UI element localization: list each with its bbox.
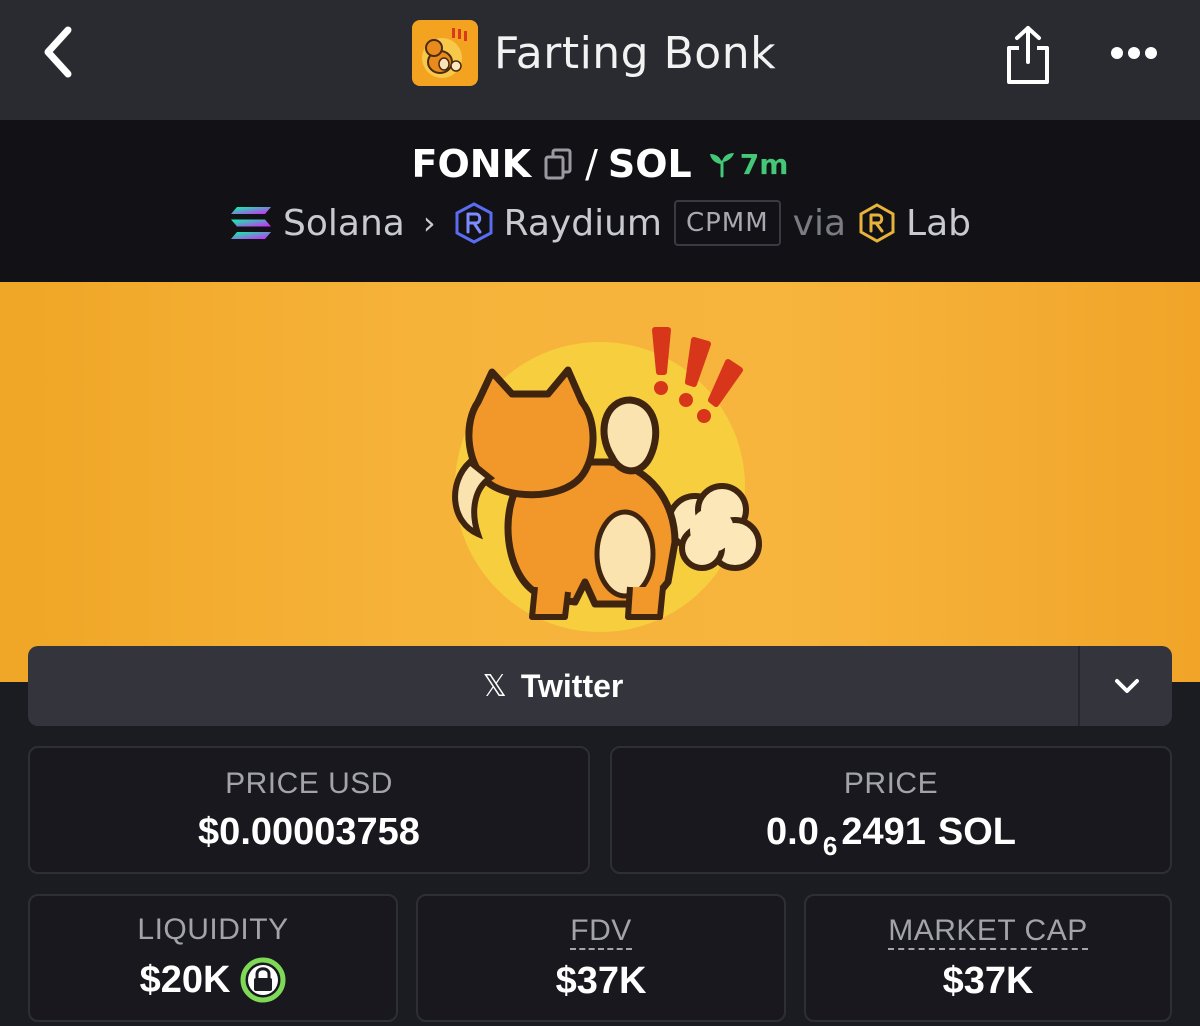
price-native-value: 0.0 6 2491 SOL — [766, 810, 1016, 861]
price-native-zero-count: 6 — [822, 830, 838, 861]
page-title: Farting Bonk — [494, 27, 777, 79]
farting-shiba-illustration — [452, 327, 762, 632]
price-native-digits: 2491 — [841, 810, 926, 853]
liquidity-label: LIQUIDITY — [137, 913, 289, 946]
breadcrumb-chevron-icon: › — [422, 204, 436, 242]
chain-breadcrumb: Solana › Raydium CPMM via Lab — [0, 200, 1200, 246]
dex-link-raydium[interactable]: Raydium — [454, 202, 662, 244]
token-banner — [0, 282, 1200, 682]
top-navigation-bar: Farting Bonk — [0, 0, 1200, 120]
copy-address-icon[interactable] — [541, 147, 575, 181]
raydium-launchlab-icon — [859, 203, 895, 243]
liquidity-value: $20K — [139, 958, 231, 1001]
liquidity-lock-icon[interactable] — [240, 957, 286, 1003]
pair-separator: / — [585, 142, 598, 186]
back-button[interactable] — [30, 22, 86, 82]
fdv-value: $37K — [555, 959, 647, 1002]
price-native-prefix: 0.0 — [766, 810, 819, 853]
share-button[interactable] — [998, 20, 1058, 90]
market-cap-value: $37K — [942, 959, 1034, 1002]
launchpad-link-lab[interactable]: Lab — [858, 203, 971, 244]
pool-type-badge: CPMM — [673, 200, 781, 246]
market-cap-card: MARKET CAP $37K — [804, 894, 1172, 1022]
x-logo-icon: 𝕏 — [482, 668, 507, 704]
price-usd-label: PRICE USD — [225, 766, 393, 800]
base-token-symbol: FONK — [411, 142, 532, 186]
solana-icon — [231, 207, 271, 239]
pair-age-badge: 7m — [708, 147, 789, 181]
price-native-unit: SOL — [937, 810, 1016, 853]
pair-age-text: 7m — [739, 147, 789, 181]
price-usd-card: PRICE USD $0.00003758 — [28, 746, 590, 874]
launchpad-name: Lab — [906, 202, 971, 244]
token-avatar — [412, 20, 478, 86]
twitter-button[interactable]: 𝕏 Twitter — [28, 646, 1078, 726]
token-title-group: Farting Bonk — [412, 20, 776, 86]
via-label: via — [792, 202, 847, 244]
social-links-dropdown-button[interactable] — [1078, 646, 1172, 726]
liquidity-card: LIQUIDITY $20K — [28, 894, 398, 1022]
market-cap-label[interactable]: MARKET CAP — [888, 914, 1088, 950]
raydium-icon — [455, 202, 493, 244]
pair-title-row: FONK / SOL 7m — [0, 142, 1200, 186]
dex-name: Raydium — [503, 202, 662, 244]
social-links-bar: 𝕏 Twitter — [28, 646, 1172, 726]
fdv-label[interactable]: FDV — [570, 914, 632, 950]
twitter-label: Twitter — [520, 667, 624, 704]
chevron-left-icon — [44, 26, 72, 78]
shiba-logo-icon — [414, 22, 476, 84]
price-usd-value: $0.00003758 — [198, 810, 420, 853]
fdv-card: FDV $37K — [416, 894, 786, 1022]
quote-token-symbol: SOL — [607, 142, 692, 186]
sprout-icon — [709, 153, 734, 178]
chain-name: Solana — [283, 202, 405, 244]
more-horizontal-icon — [1111, 47, 1157, 59]
more-options-button[interactable] — [1100, 30, 1168, 76]
chevron-down-icon — [1115, 679, 1139, 693]
share-icon — [1007, 26, 1049, 84]
price-native-card: PRICE 0.0 6 2491 SOL — [610, 746, 1172, 874]
liquidity-value-row: $20K — [140, 957, 287, 1003]
price-native-label: PRICE — [843, 766, 939, 800]
chain-link-solana[interactable]: Solana — [229, 203, 405, 244]
